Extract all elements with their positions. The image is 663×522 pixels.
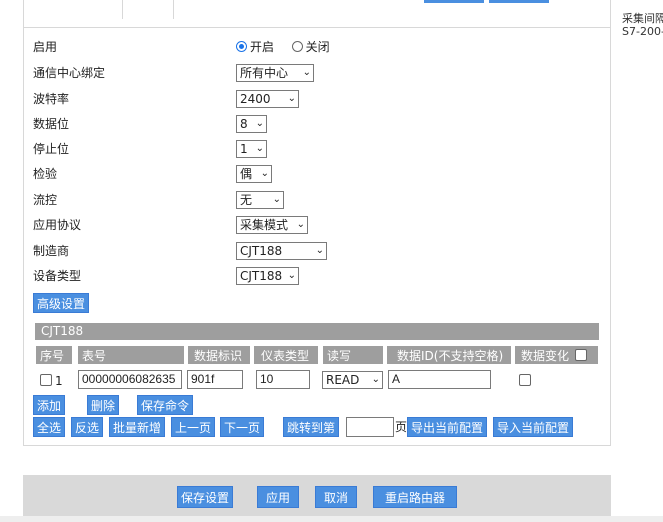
enable-off-label: 关闭 <box>305 40 330 54</box>
col-data-flag-header: 数据标识 <box>187 345 251 365</box>
advanced-settings-button[interactable]: 高级设置 <box>33 293 90 313</box>
stop-bits-select[interactable]: 1 ⌄ <box>236 140 267 158</box>
next-page-button[interactable]: 下一页 <box>220 417 265 437</box>
col-meter-no-header: 表号 <box>77 345 185 365</box>
prev-page-button[interactable]: 上一页 <box>171 417 216 437</box>
enable-on-radio[interactable] <box>236 41 247 52</box>
data-bits-select[interactable]: 8 ⌄ <box>236 115 267 133</box>
add-button[interactable]: 添加 <box>33 395 66 415</box>
flow-control-select[interactable]: 无 ⌄ <box>236 191 284 209</box>
baud-rate-select[interactable]: 2400 ⌄ <box>236 90 299 108</box>
center-binding-label: 通信中心绑定 <box>33 66 106 80</box>
tab-bar <box>24 0 610 28</box>
reboot-router-button[interactable]: 重启路由器 <box>373 486 457 508</box>
col-rw-header: 读写 <box>322 345 384 365</box>
tab-divider <box>122 0 123 19</box>
invert-selection-button[interactable]: 反选 <box>71 417 104 437</box>
app-protocol-select[interactable]: 采集模式 ⌄ <box>236 216 308 234</box>
rw-select[interactable]: READ ⌄ <box>322 371 383 389</box>
cancel-button[interactable]: 取消 <box>315 486 357 508</box>
chevron-down-icon: ⌄ <box>287 270 296 281</box>
stop-bits-label: 停止位 <box>33 142 70 156</box>
jump-to-page-button[interactable]: 跳转到第 <box>283 417 340 437</box>
flow-control-value: 无 <box>240 193 253 207</box>
delete-button[interactable]: 删除 <box>87 395 120 415</box>
data-change-all-checkbox[interactable] <box>574 349 587 361</box>
footer-bar: 保存设置 应用 取消 重启路由器 <box>23 475 611 519</box>
rw-value: READ <box>326 373 360 387</box>
bottom-strip <box>0 516 663 522</box>
save-command-button[interactable]: 保存命令 <box>137 395 194 415</box>
chevron-down-icon: ⌄ <box>287 93 296 104</box>
table-title: CJT188 <box>35 323 599 340</box>
apply-button[interactable]: 应用 <box>257 486 299 508</box>
col-index-header: 序号 <box>35 345 73 365</box>
device-type-select[interactable]: CJT188 ⌄ <box>236 267 299 285</box>
app-protocol-label: 应用协议 <box>33 218 82 232</box>
data-change-checkbox[interactable] <box>519 374 531 386</box>
top-button-edge[interactable] <box>489 0 549 3</box>
row-select-checkbox[interactable] <box>40 374 52 386</box>
enable-on-label: 开启 <box>250 40 275 54</box>
data-id-input[interactable]: A <box>388 370 491 389</box>
device-type-label: 设备类型 <box>33 269 82 283</box>
sidebar: 采集间隔 S7-200- <box>614 0 663 522</box>
data-flag-input[interactable]: 901f <box>187 370 243 389</box>
chevron-down-icon: ⌄ <box>255 143 264 154</box>
chevron-down-icon: ⌄ <box>255 118 264 129</box>
col-data-change-label: 数据变化 <box>521 349 570 363</box>
flow-control-label: 流控 <box>33 193 58 207</box>
manufacturer-value: CJT188 <box>240 244 283 258</box>
sidebar-line-2: S7-200- <box>622 25 663 38</box>
export-config-button[interactable]: 导出当前配置 <box>407 417 488 437</box>
app-protocol-value: 采集模式 <box>240 218 289 232</box>
baud-rate-label: 波特率 <box>33 92 70 106</box>
manufacturer-label: 制造商 <box>33 244 70 258</box>
col-data-change-header: 数据变化 <box>514 345 599 365</box>
chevron-down-icon: ⌄ <box>272 194 281 205</box>
meter-type-input[interactable]: 10 <box>256 370 310 389</box>
chevron-down-icon: ⌄ <box>296 219 305 230</box>
data-bits-label: 数据位 <box>33 117 70 131</box>
center-binding-value: 所有中心 <box>240 66 289 80</box>
chevron-down-icon: ⌄ <box>302 67 311 78</box>
enable-radio-group: 开启 关闭 <box>236 37 330 57</box>
parity-select[interactable]: 偶 ⌄ <box>236 165 272 183</box>
stop-bits-value: 1 <box>240 142 248 156</box>
batch-add-button[interactable]: 批量新增 <box>109 417 166 437</box>
chevron-down-icon: ⌄ <box>315 245 324 256</box>
save-settings-button[interactable]: 保存设置 <box>177 486 234 508</box>
chevron-down-icon: ⌄ <box>371 374 380 385</box>
center-binding-select[interactable]: 所有中心 ⌄ <box>236 64 314 82</box>
tab-divider <box>173 0 174 19</box>
col-data-id-header: 数据ID(不支持空格) <box>386 345 512 365</box>
col-meter-type-header: 仪表类型 <box>253 345 319 365</box>
select-all-button[interactable]: 全选 <box>33 417 66 437</box>
top-button-edge[interactable] <box>424 0 484 3</box>
manufacturer-select[interactable]: CJT188 ⌄ <box>236 242 327 260</box>
baud-rate-value: 2400 <box>240 92 271 106</box>
data-bits-value: 8 <box>240 117 248 131</box>
page-number-input[interactable] <box>346 417 394 437</box>
enable-label: 启用 <box>33 40 58 54</box>
enable-off-radio[interactable] <box>291 41 303 52</box>
parity-value: 偶 <box>240 167 253 181</box>
row-index: 1 <box>55 374 63 388</box>
sidebar-line-1: 采集间隔 <box>622 12 663 25</box>
device-type-value: CJT188 <box>240 269 283 283</box>
meter-no-input[interactable]: 00000006082635 <box>78 370 182 389</box>
settings-panel: 启用 开启 关闭 通信中心绑定 所有中心 ⌄ 波特率 2400 ⌄ 数据位 8 ⌄ 停… <box>23 0 611 446</box>
import-config-button[interactable]: 导入当前配置 <box>493 417 574 437</box>
page-suffix-label: 页 <box>395 420 408 434</box>
chevron-down-icon: ⌄ <box>260 168 269 179</box>
parity-label: 检验 <box>33 167 58 181</box>
